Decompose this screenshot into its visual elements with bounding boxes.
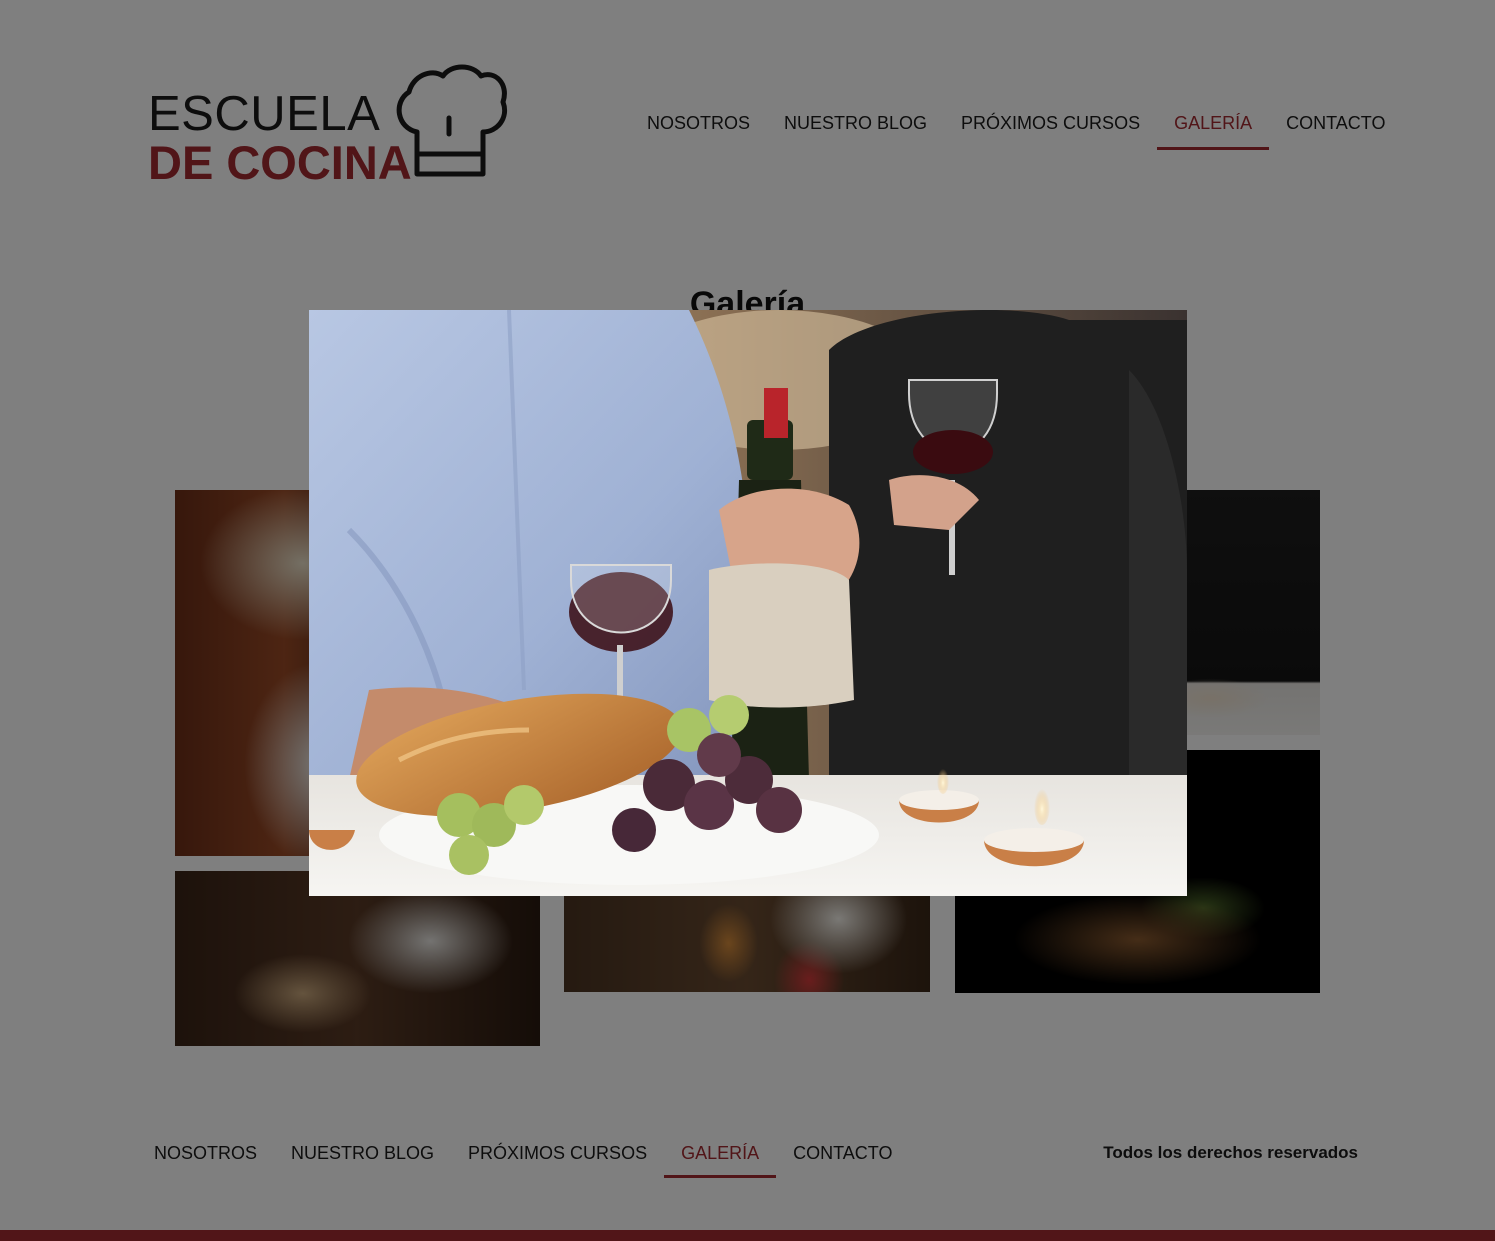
- lightbox-image[interactable]: [309, 310, 1187, 896]
- wine-dinner-photo: [309, 310, 1187, 896]
- page: ESCUELA DE COCINA NOSOTROS NUESTRO BLOG …: [0, 0, 1495, 1241]
